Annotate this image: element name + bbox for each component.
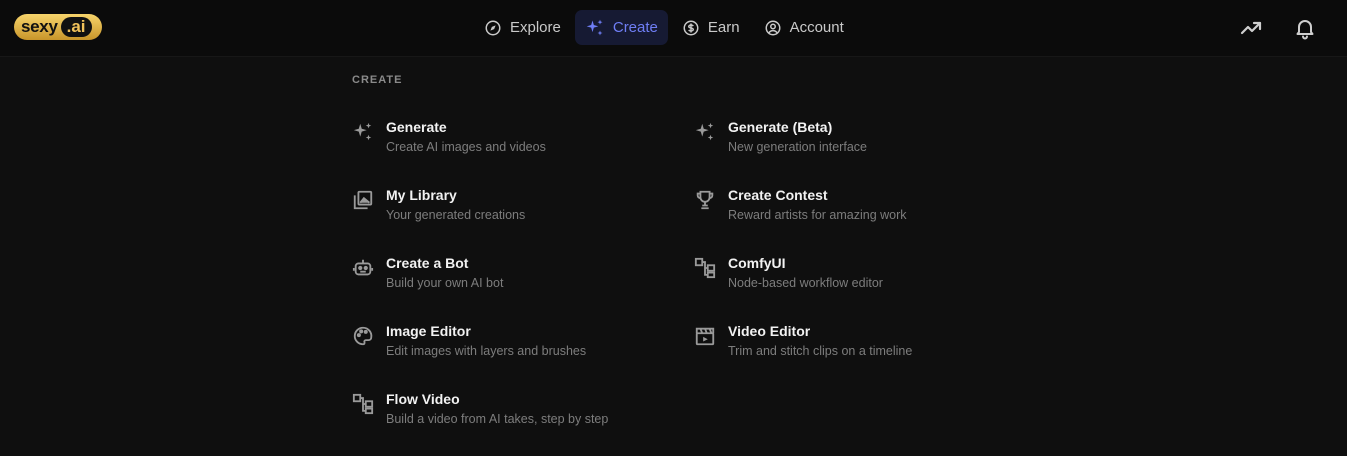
image-library-icon	[353, 190, 373, 210]
compass-icon	[485, 20, 501, 35]
palette-icon	[353, 326, 373, 346]
site-logo[interactable]: sexy .ai	[14, 14, 102, 40]
nav-create-label: Create	[612, 19, 658, 36]
top-right-actions	[1239, 16, 1317, 40]
top-navigation-bar: sexy .ai Explore Create Earn Account	[0, 0, 1347, 57]
menu-item-desc: Trim and stitch clips on a timeline	[728, 344, 913, 358]
workflow-icon	[352, 393, 374, 415]
trending-icon[interactable]	[1239, 16, 1263, 40]
menu-item-generate-beta[interactable]: Generate (Beta) New generation interface	[694, 117, 1014, 173]
menu-item-title: Create Contest	[728, 187, 828, 203]
logo-word: sexy	[21, 17, 58, 36]
menu-item-flow-video[interactable]: Flow Video Build a video from AI takes, …	[352, 389, 672, 445]
menu-item-title: Flow Video	[386, 391, 460, 407]
menu-item-desc: Build your own AI bot	[386, 276, 504, 290]
logo-tld: .ai	[60, 17, 92, 37]
nav-earn[interactable]: Earn	[672, 10, 750, 45]
menu-item-create-bot[interactable]: Create a Bot Build your own AI bot	[352, 253, 672, 309]
menu-item-desc: Build a video from AI takes, step by ste…	[386, 412, 609, 426]
menu-item-desc: Your generated creations	[386, 208, 526, 222]
nav-create[interactable]: Create	[574, 10, 668, 45]
bell-icon[interactable]	[1293, 16, 1317, 40]
menu-item-desc: Create AI images and videos	[386, 140, 546, 154]
main-nav: Explore Create Earn Account	[474, 10, 858, 45]
menu-item-title: Image Editor	[386, 323, 471, 339]
sparkles-icon	[353, 122, 372, 141]
create-dropdown-menu: CREATE Generate Create AI images and vid…	[0, 57, 1347, 456]
dollar-circle-icon	[683, 20, 699, 35]
menu-item-comfyui[interactable]: ComfyUI Node-based workflow editor	[694, 253, 1014, 309]
trophy-icon	[696, 190, 714, 210]
menu-item-desc: Reward artists for amazing work	[728, 208, 907, 222]
nav-account[interactable]: Account	[754, 10, 854, 45]
nav-account-label: Account	[789, 19, 844, 36]
menu-item-image-editor[interactable]: Image Editor Edit images with layers and…	[352, 321, 672, 377]
nav-explore[interactable]: Explore	[474, 10, 571, 45]
nav-explore-label: Explore	[510, 19, 561, 36]
menu-item-title: Generate (Beta)	[728, 119, 833, 135]
nav-earn-label: Earn	[707, 19, 740, 36]
menu-item-desc: Node-based workflow editor	[728, 276, 883, 290]
menu-item-create-contest[interactable]: Create Contest Reward artists for amazin…	[694, 185, 1014, 241]
menu-item-desc: New generation interface	[728, 140, 867, 154]
sparkles-icon	[695, 122, 714, 141]
menu-section-title: CREATE	[352, 74, 403, 86]
menu-item-video-editor[interactable]: Video Editor Trim and stitch clips on a …	[694, 321, 1014, 377]
menu-item-title: My Library	[386, 187, 457, 203]
menu-item-title: Create a Bot	[386, 255, 469, 271]
sparkles-icon	[586, 19, 603, 35]
menu-item-generate[interactable]: Generate Create AI images and videos	[352, 117, 672, 173]
menu-item-my-library[interactable]: My Library Your generated creations	[352, 185, 672, 241]
menu-item-desc: Edit images with layers and brushes	[386, 344, 587, 358]
menu-item-title: Video Editor	[728, 323, 811, 339]
workflow-icon	[694, 257, 716, 279]
clapperboard-icon	[695, 327, 715, 346]
menu-item-title: Generate	[386, 119, 447, 135]
menu-item-title: ComfyUI	[728, 255, 786, 271]
user-circle-icon	[765, 20, 781, 35]
robot-icon	[352, 259, 374, 276]
